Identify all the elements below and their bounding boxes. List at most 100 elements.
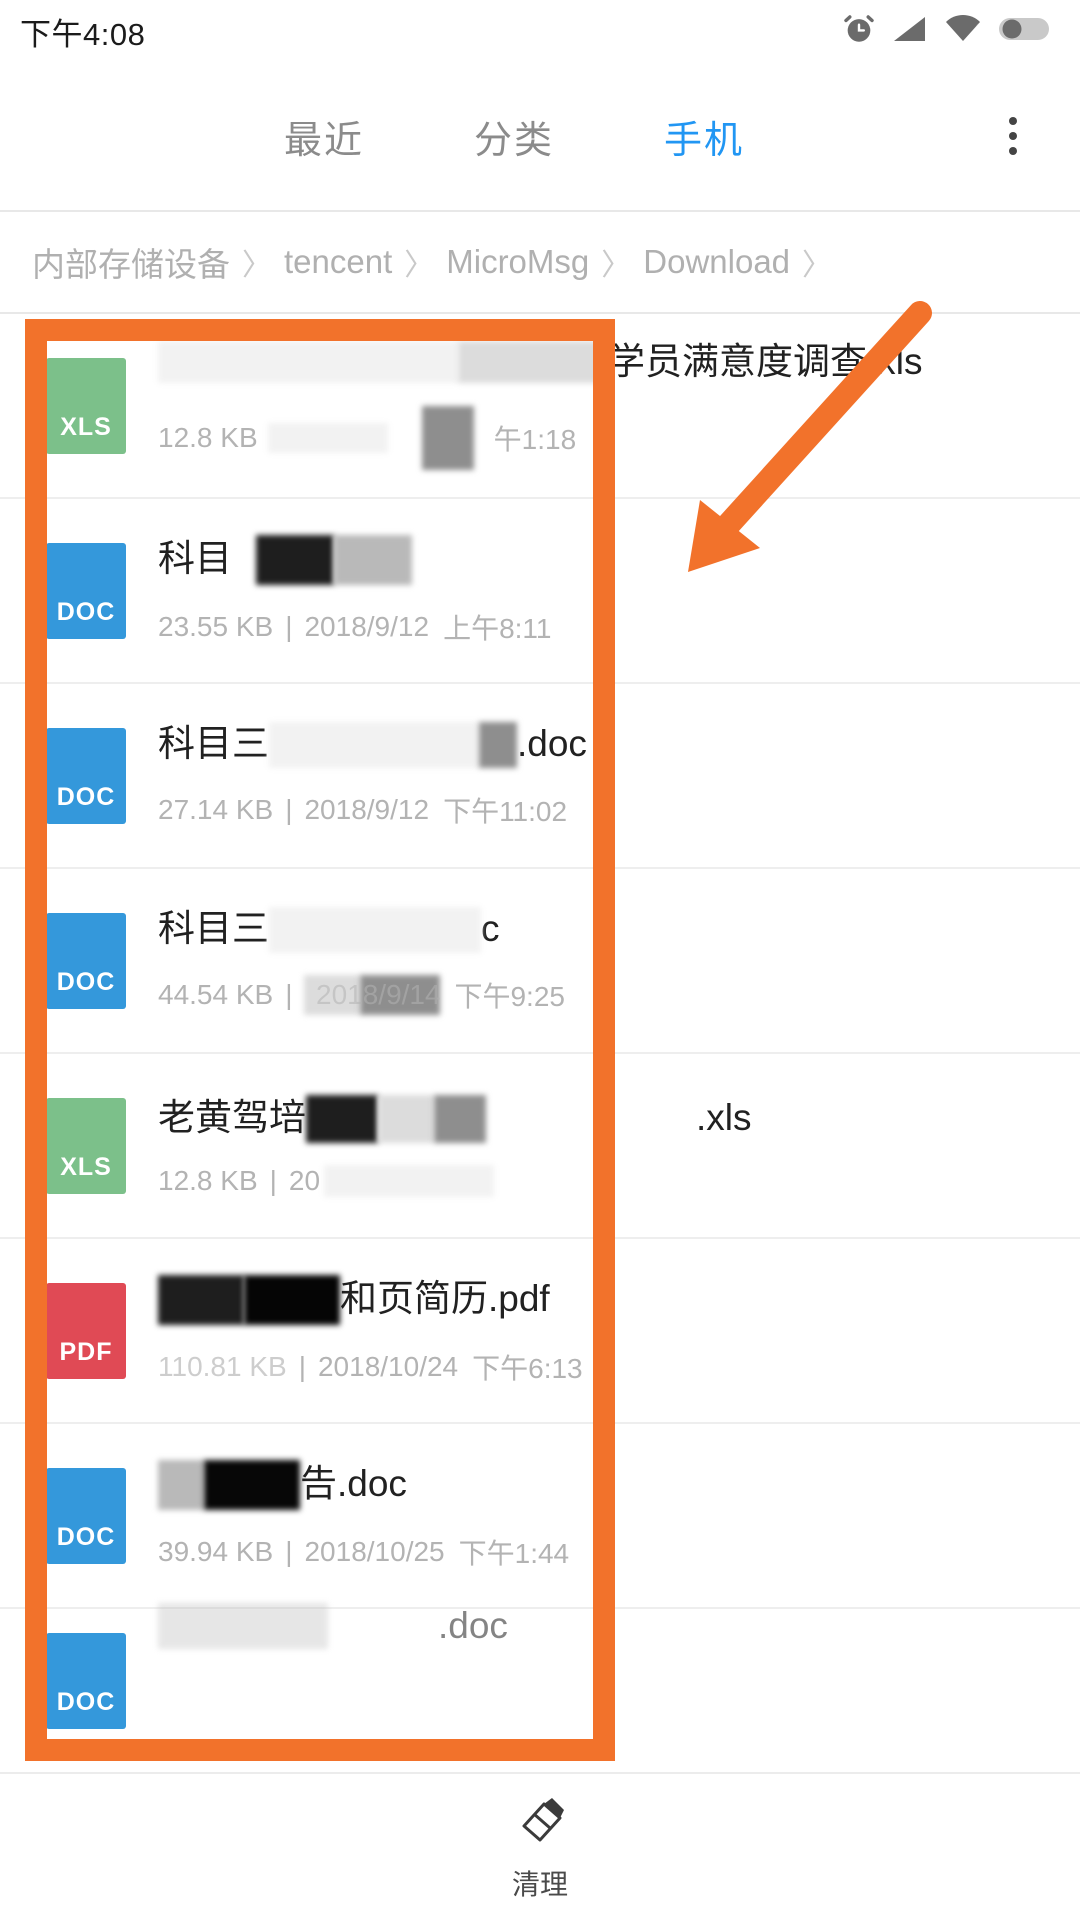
file-date: 20 xyxy=(288,1164,321,1196)
redaction-block xyxy=(158,1459,204,1510)
table-row[interactable]: DOC 科目三 .doc 27.14 KB | 2018/9/12 下午11:0… xyxy=(0,684,1080,869)
redaction-block xyxy=(256,534,334,585)
file-time: 下午6:13 xyxy=(472,1352,583,1384)
file-size: 12.8 KB xyxy=(158,1164,258,1196)
more-vertical-icon-dot2 xyxy=(1009,132,1017,140)
breadcrumb-item-download[interactable]: Download xyxy=(643,243,790,281)
chevron-right-icon-3: 〉 xyxy=(601,249,632,282)
file-meta: 12.8 KB 午1:18 xyxy=(158,405,1080,470)
table-row[interactable]: DOC 告.doc 39.94 KB | 2018/10/25 下午1:44 xyxy=(0,1424,1080,1609)
redaction-block xyxy=(158,341,458,384)
table-row[interactable]: XLS 老黄驾培 .xls 12.8 KB | 20 xyxy=(0,1054,1080,1239)
breadcrumb-item-tencent[interactable]: tencent xyxy=(284,243,392,281)
tab-group: 最近 分类 手机 xyxy=(60,109,968,164)
redaction-block xyxy=(324,1164,495,1197)
file-name: 和页简历.pdf xyxy=(158,1274,1080,1325)
file-name: 学员满意度调查.xls xyxy=(158,341,1080,384)
chevron-right-icon-2: 〉 xyxy=(404,249,435,282)
battery-icon xyxy=(998,15,1054,48)
file-size: 110.81 KB xyxy=(158,1350,287,1382)
chevron-right-icon-4: 〉 xyxy=(802,249,833,282)
file-meta: 39.94 KB | 2018/10/25 下午1:44 xyxy=(158,1532,1080,1572)
file-size: 44.54 KB xyxy=(158,978,274,1010)
file-name: .doc xyxy=(158,1603,1080,1649)
redaction-block xyxy=(306,1094,378,1143)
table-row[interactable]: DOC 科目 23.55 KB | 2018/9/12 上午8:11 xyxy=(0,499,1080,684)
clean-button[interactable]: 清理 xyxy=(510,1792,570,1903)
file-name: 告.doc xyxy=(158,1459,1080,1510)
meta-separator: | xyxy=(269,1164,277,1196)
meta-separator: | xyxy=(285,978,293,1010)
redaction-block xyxy=(421,405,474,470)
file-type-badge-xls: XLS xyxy=(46,1097,126,1194)
file-size: 27.14 KB xyxy=(158,793,274,825)
chevron-right-icon: 〉 xyxy=(242,249,272,282)
redaction-block xyxy=(267,422,388,453)
more-vertical-icon xyxy=(1009,117,1017,125)
file-name-text: .doc xyxy=(438,1604,508,1646)
file-row-text: 老黄驾培 .xls 12.8 KB | 20 xyxy=(158,1094,1080,1197)
file-meta: 110.81 KB | 2018/10/24 下午6:13 xyxy=(158,1347,1080,1387)
file-row-text: 告.doc 39.94 KB | 2018/10/25 下午1:44 xyxy=(158,1459,1080,1572)
status-time: 下午4:08 xyxy=(20,16,146,52)
file-name-text: 和页简历.pdf xyxy=(340,1278,550,1320)
file-row-text: .doc xyxy=(158,1603,1080,1649)
file-time: 下午1:44 xyxy=(458,1537,570,1569)
redaction-block xyxy=(458,341,608,384)
table-row[interactable]: DOC 科目三 c 44.54 KB | 2018/9/14 下午9:25 xyxy=(0,869,1080,1054)
file-date: 2018/9/12 xyxy=(304,793,430,825)
tab-recent[interactable]: 最近 xyxy=(284,109,364,164)
redaction-block xyxy=(158,1603,328,1649)
tab-phone[interactable]: 手机 xyxy=(664,109,744,164)
redaction-block xyxy=(334,534,412,585)
bottom-toolbar: 清理 xyxy=(0,1772,1080,1920)
file-name: 科目 xyxy=(158,534,1080,585)
clean-label: 清理 xyxy=(511,1868,568,1900)
file-row-text: 学员满意度调查.xls 12.8 KB 午1:18 xyxy=(158,341,1080,470)
file-time: 下午11:02 xyxy=(443,795,568,827)
file-meta: 27.14 KB | 2018/9/12 下午11:02 xyxy=(158,790,1080,830)
file-meta: 23.55 KB | 2018/9/12 上午8:11 xyxy=(158,607,1080,647)
file-name: 科目三 .doc xyxy=(158,721,1080,768)
file-date: 2018/10/25 xyxy=(304,1535,445,1567)
redaction-block xyxy=(269,906,481,953)
meta-separator: | xyxy=(285,793,293,825)
file-name-text: 科目三 xyxy=(158,723,269,765)
tab-categories[interactable]: 分类 xyxy=(474,109,554,164)
redaction-block xyxy=(434,1094,486,1143)
status-bar: 下午4:08 xyxy=(0,0,1080,62)
table-row[interactable]: XLS 学员满意度调查.xls 12.8 KB 午1:18 xyxy=(0,314,1080,499)
table-row[interactable]: DOC .doc xyxy=(0,1603,1080,1729)
file-meta: 44.54 KB | 2018/9/14 下午9:25 xyxy=(158,974,1080,1015)
more-options-button[interactable] xyxy=(968,62,1058,210)
redaction-block xyxy=(479,721,517,768)
file-name: 老黄驾培 .xls xyxy=(158,1094,1080,1143)
file-meta: 12.8 KB | 20 xyxy=(158,1164,1080,1197)
file-size: 12.8 KB xyxy=(158,421,258,453)
redaction-block xyxy=(378,1094,434,1143)
tab-bar: 最近 分类 手机 xyxy=(0,62,1080,210)
file-date: 2018/10/24 xyxy=(317,1350,459,1382)
redaction-block xyxy=(158,1274,244,1325)
file-name-tail: c xyxy=(481,908,500,950)
file-row-text: 科目 23.55 KB | 2018/9/12 上午8:11 xyxy=(158,534,1080,647)
file-type-badge-doc: DOC xyxy=(46,1633,126,1729)
file-row-text: 科目三 .doc 27.14 KB | 2018/9/12 下午11:02 xyxy=(158,721,1080,830)
file-row-text: 和页简历.pdf 110.81 KB | 2018/10/24 下午6:13 xyxy=(158,1274,1080,1387)
file-name-text: 科目三 xyxy=(158,908,269,950)
table-row[interactable]: PDF 和页简历.pdf 110.81 KB | 2018/10/24 下午6:… xyxy=(0,1239,1080,1424)
breadcrumb-item-storage[interactable]: 内部存储设备 xyxy=(32,238,230,286)
redaction-block xyxy=(204,1459,300,1510)
breadcrumb-item-micromsg[interactable]: MicroMsg xyxy=(446,243,589,281)
file-name-text: 告.doc xyxy=(300,1463,407,1505)
file-type-badge-doc: DOC xyxy=(46,912,126,1009)
file-name: 科目三 c xyxy=(158,906,1080,953)
file-name-tail: .doc xyxy=(517,723,587,765)
breadcrumb: 内部存储设备 〉 tencent 〉 MicroMsg 〉 Download 〉 xyxy=(0,212,1080,312)
file-type-badge-doc: DOC xyxy=(46,727,126,824)
file-type-badge-xls: XLS xyxy=(46,357,126,454)
file-name-text: 老黄驾培 xyxy=(158,1097,306,1139)
file-type-badge-doc: DOC xyxy=(46,1467,126,1564)
status-icons xyxy=(842,12,1054,51)
file-name-tail: .xls xyxy=(696,1097,752,1139)
